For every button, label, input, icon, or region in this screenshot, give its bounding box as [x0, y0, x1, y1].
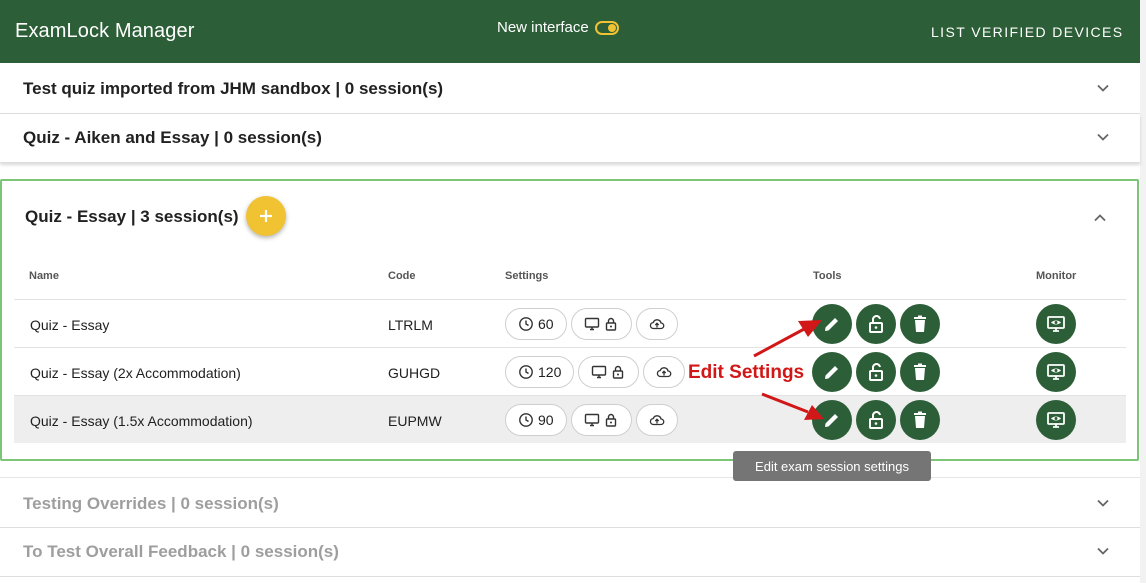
pencil-icon: [825, 366, 838, 379]
table-row: Quiz - Essay (2x Accommodation) GUHGD 12…: [14, 347, 1126, 395]
quiz-panel-title: Testing Overrides | 0 session(s): [23, 494, 279, 513]
delete-session-button[interactable]: [900, 304, 940, 344]
time-limit-value: 60: [538, 316, 554, 332]
app-title: ExamLock Manager: [15, 20, 195, 42]
chevron-down-icon[interactable]: [1096, 544, 1110, 558]
monitor-icon: [584, 413, 599, 427]
header-settings: Settings: [505, 270, 549, 282]
header-code: Code: [388, 270, 416, 282]
lockdown-chip[interactable]: [570, 308, 632, 340]
monitor-session-button[interactable]: [1036, 352, 1076, 392]
trash-icon: [914, 315, 926, 332]
monitor-session-button[interactable]: [1036, 400, 1076, 440]
table-row: Quiz - Essay (1.5x Accommodation) EUPMW …: [14, 395, 1126, 443]
quiz-panel-title: Quiz - Aiken and Essay | 0 session(s): [23, 128, 322, 147]
session-code: EUPMW: [388, 413, 442, 429]
clock-icon: [519, 317, 533, 331]
lock-icon: [605, 413, 616, 427]
edit-session-button[interactable]: [812, 352, 852, 392]
monitor-session-button[interactable]: [1036, 304, 1076, 344]
clock-icon: [519, 413, 533, 427]
edit-session-button[interactable]: [812, 400, 852, 440]
session-code: LTRLM: [388, 317, 433, 333]
edit-session-button[interactable]: [812, 304, 852, 344]
add-session-button[interactable]: [246, 196, 286, 236]
unlock-icon: [869, 411, 883, 429]
chevron-down-icon[interactable]: [1096, 130, 1110, 144]
time-limit-chip[interactable]: 90: [505, 404, 567, 436]
quiz-panel[interactable]: Quiz - Aiken and Essay | 0 session(s): [0, 114, 1140, 163]
monitor-icon: [584, 317, 599, 331]
time-limit-value: 90: [538, 412, 554, 428]
table-row: Quiz - Essay LTRLM 60: [14, 299, 1126, 347]
session-name: Quiz - Essay: [30, 317, 110, 333]
app-bar: ExamLock Manager New interface LIST VERI…: [0, 0, 1140, 63]
cloud-sync-chip[interactable]: [635, 404, 678, 436]
annotation-label: Edit Settings: [688, 362, 805, 383]
session-name: Quiz - Essay (1.5x Accommodation): [30, 413, 253, 429]
unlock-button[interactable]: [856, 352, 896, 392]
lockdown-chip[interactable]: [578, 356, 640, 388]
plus-icon: [260, 210, 272, 222]
toggle-icon[interactable]: [594, 20, 619, 35]
session-code: GUHGD: [388, 365, 441, 381]
trash-icon: [914, 411, 926, 428]
monitor-eye-icon: [1047, 364, 1065, 380]
lockdown-chip[interactable]: [570, 404, 632, 436]
session-name: Quiz - Essay (2x Accommodation): [30, 365, 241, 381]
unlock-icon: [869, 315, 883, 333]
pencil-icon: [825, 414, 838, 427]
expanded-quiz-panel: Quiz - Essay | 3 session(s) Name Code Se…: [0, 179, 1139, 461]
new-interface-toggle[interactable]: New interface: [497, 19, 619, 36]
header-tools: Tools: [813, 270, 842, 282]
cloud-sync-chip[interactable]: [643, 356, 686, 388]
quiz-panel[interactable]: Test quiz imported from JHM sandbox | 0 …: [0, 63, 1140, 114]
cloud-upload-icon: [649, 319, 664, 330]
quiz-panel-title: To Test Overall Feedback | 0 session(s): [23, 542, 339, 561]
cloud-upload-icon: [657, 367, 672, 378]
monitor-icon: [592, 365, 607, 379]
quiz-panel-title: Test quiz imported from JHM sandbox | 0 …: [23, 79, 444, 98]
time-limit-value: 120: [538, 364, 562, 380]
trash-icon: [914, 363, 926, 380]
header-name: Name: [29, 270, 59, 282]
time-limit-chip[interactable]: 120: [505, 356, 575, 388]
scrollbar[interactable]: [1140, 0, 1146, 583]
header-monitor: Monitor: [1036, 270, 1077, 282]
quiz-panel-title: Quiz - Essay | 3 session(s): [25, 207, 239, 226]
lock-icon: [613, 365, 624, 379]
unlock-button[interactable]: [856, 304, 896, 344]
quiz-panel[interactable]: Testing Overrides | 0 session(s): [0, 477, 1140, 528]
tooltip: Edit exam session settings: [733, 451, 931, 481]
monitor-eye-icon: [1047, 412, 1065, 428]
clock-icon: [519, 365, 533, 379]
chevron-down-icon[interactable]: [1096, 496, 1110, 510]
unlock-icon: [869, 363, 883, 381]
cloud-upload-icon: [649, 415, 664, 426]
monitor-eye-icon: [1047, 316, 1065, 332]
new-interface-label: New interface: [497, 19, 589, 36]
chevron-up-icon[interactable]: [1093, 211, 1107, 225]
quiz-panel[interactable]: To Test Overall Feedback | 0 session(s): [0, 528, 1140, 577]
list-verified-devices-button[interactable]: LIST VERIFIED DEVICES: [931, 24, 1124, 40]
cloud-sync-chip[interactable]: [635, 308, 678, 340]
chevron-down-icon[interactable]: [1096, 81, 1110, 95]
delete-session-button[interactable]: [900, 400, 940, 440]
pencil-icon: [825, 318, 838, 331]
delete-session-button[interactable]: [900, 352, 940, 392]
lock-icon: [605, 317, 616, 331]
unlock-button[interactable]: [856, 400, 896, 440]
time-limit-chip[interactable]: 60: [505, 308, 567, 340]
